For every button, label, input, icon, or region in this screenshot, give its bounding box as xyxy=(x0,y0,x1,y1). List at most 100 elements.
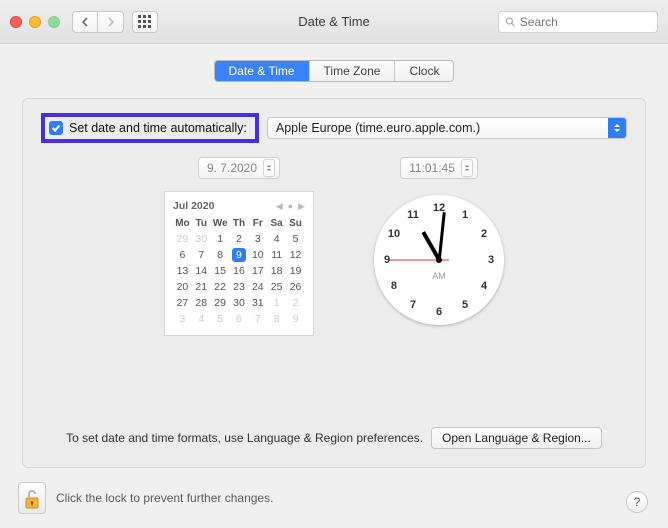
search-field[interactable] xyxy=(498,11,658,33)
calendar-day[interactable]: 15 xyxy=(211,263,230,279)
clock-number: 2 xyxy=(481,228,487,240)
calendar-day[interactable]: 30 xyxy=(192,231,211,247)
calendar-day[interactable]: 7 xyxy=(248,311,267,327)
minimize-window-button[interactable] xyxy=(29,16,41,28)
calendar-day[interactable]: 6 xyxy=(173,247,192,263)
time-column: 11:01:45 AM 121234567891011 xyxy=(374,157,504,336)
calendar-day[interactable]: 21 xyxy=(192,279,211,295)
dropdown-arrow-icon xyxy=(608,118,626,138)
footer-row: To set date and time formats, use Langua… xyxy=(23,427,645,449)
calendar-day[interactable]: 4 xyxy=(267,231,286,247)
calendar-day[interactable]: 29 xyxy=(173,231,192,247)
auto-checkbox[interactable] xyxy=(49,121,63,135)
calendar-day[interactable]: 9 xyxy=(286,311,305,327)
calendar-day[interactable]: 9 xyxy=(230,247,249,263)
time-stepper-buttons[interactable] xyxy=(461,159,473,177)
calendar-day[interactable]: 3 xyxy=(173,311,192,327)
calendar-day[interactable]: 25 xyxy=(267,279,286,295)
calendar-day[interactable]: 16 xyxy=(230,263,249,279)
clock-number: 12 xyxy=(433,202,445,214)
clock-number: 3 xyxy=(488,254,494,266)
clock-number: 1 xyxy=(462,209,468,221)
tab-date-time[interactable]: Date & Time xyxy=(215,61,310,81)
calendar-day[interactable]: 24 xyxy=(248,279,267,295)
show-all-prefs-button[interactable] xyxy=(132,11,158,33)
tab-time-zone[interactable]: Time Zone xyxy=(310,61,396,81)
zoom-window-button xyxy=(48,16,60,28)
clock-number: 7 xyxy=(410,299,416,311)
date-stepper[interactable]: 9. 7.2020 xyxy=(198,157,280,179)
calendar-day[interactable]: 30 xyxy=(230,295,249,311)
calendar-day[interactable]: 5 xyxy=(211,311,230,327)
calendar-day[interactable]: 10 xyxy=(248,247,267,263)
calendar-prev-icon[interactable]: ◀ xyxy=(276,201,283,212)
clock-number: 10 xyxy=(388,228,400,240)
help-button[interactable]: ? xyxy=(626,491,648,513)
date-stepper-buttons[interactable] xyxy=(263,159,275,177)
calendar-day[interactable]: 8 xyxy=(211,247,230,263)
calendar-weekday: Th xyxy=(230,216,249,231)
calendar-next-icon[interactable]: ▶ xyxy=(298,201,305,212)
clock-pin xyxy=(436,257,442,263)
second-hand xyxy=(389,260,439,261)
tab-bar: Date & Time Time Zone Clock xyxy=(22,60,646,82)
date-column: 9. 7.2020 Jul 2020 ◀ ● ▶ MoTuWeThFrSaSu xyxy=(164,157,314,336)
calendar[interactable]: Jul 2020 ◀ ● ▶ MoTuWeThFrSaSu 2930123456… xyxy=(164,191,314,336)
lock-open-icon xyxy=(23,488,41,510)
nav-buttons xyxy=(72,11,124,33)
calendar-day[interactable]: 1 xyxy=(267,295,286,311)
calendar-day[interactable]: 27 xyxy=(173,295,192,311)
date-field-value: 9. 7.2020 xyxy=(207,161,257,175)
forward-button[interactable] xyxy=(98,11,124,33)
calendar-month-year: Jul 2020 xyxy=(173,200,214,212)
time-field-value: 11:01:45 xyxy=(409,161,455,175)
time-server-dropdown[interactable]: Apple Europe (time.euro.apple.com.) xyxy=(267,117,627,139)
calendar-today-icon[interactable]: ● xyxy=(288,201,293,212)
calendar-day[interactable]: 11 xyxy=(267,247,286,263)
calendar-day[interactable]: 13 xyxy=(173,263,192,279)
footer-hint: To set date and time formats, use Langua… xyxy=(66,431,423,445)
calendar-day[interactable]: 2 xyxy=(286,295,305,311)
panel: Set date and time automatically: Apple E… xyxy=(22,98,646,468)
calendar-day[interactable]: 5 xyxy=(286,231,305,247)
calendar-day[interactable]: 3 xyxy=(248,231,267,247)
calendar-day[interactable]: 29 xyxy=(211,295,230,311)
calendar-day[interactable]: 1 xyxy=(211,231,230,247)
time-server-value: Apple Europe (time.euro.apple.com.) xyxy=(276,121,480,135)
calendar-day[interactable]: 22 xyxy=(211,279,230,295)
calendar-day[interactable]: 6 xyxy=(230,311,249,327)
clock-number: 6 xyxy=(436,306,442,318)
calendar-day[interactable]: 18 xyxy=(267,263,286,279)
calendar-day[interactable]: 12 xyxy=(286,247,305,263)
calendar-day[interactable]: 20 xyxy=(173,279,192,295)
tab-clock[interactable]: Clock xyxy=(395,61,453,81)
calendar-weekday: Fr xyxy=(248,216,267,231)
calendar-day[interactable]: 14 xyxy=(192,263,211,279)
auto-highlight: Set date and time automatically: xyxy=(41,113,259,143)
search-icon xyxy=(505,16,516,28)
calendar-day[interactable]: 4 xyxy=(192,311,211,327)
close-window-button[interactable] xyxy=(10,16,22,28)
search-input[interactable] xyxy=(520,15,651,29)
open-language-region-button[interactable]: Open Language & Region... xyxy=(431,427,602,449)
calendar-day[interactable]: 7 xyxy=(192,247,211,263)
calendar-day[interactable]: 31 xyxy=(248,295,267,311)
titlebar: Date & Time xyxy=(0,0,668,44)
calendar-day[interactable]: 26 xyxy=(286,279,305,295)
calendar-day[interactable]: 23 xyxy=(230,279,249,295)
window-controls xyxy=(10,16,60,28)
calendar-day[interactable]: 17 xyxy=(248,263,267,279)
calendar-weekday: Sa xyxy=(267,216,286,231)
clock-number: 4 xyxy=(481,280,487,292)
calendar-weekday: Su xyxy=(286,216,305,231)
calendar-weekday: Tu xyxy=(192,216,211,231)
clock-number: 5 xyxy=(462,299,468,311)
calendar-day[interactable]: 2 xyxy=(230,231,249,247)
time-stepper[interactable]: 11:01:45 xyxy=(400,157,478,179)
calendar-day[interactable]: 19 xyxy=(286,263,305,279)
calendar-day[interactable]: 8 xyxy=(267,311,286,327)
analog-clock: AM 121234567891011 xyxy=(374,195,504,325)
calendar-day[interactable]: 28 xyxy=(192,295,211,311)
back-button[interactable] xyxy=(72,11,98,33)
lock-button[interactable] xyxy=(18,482,46,514)
